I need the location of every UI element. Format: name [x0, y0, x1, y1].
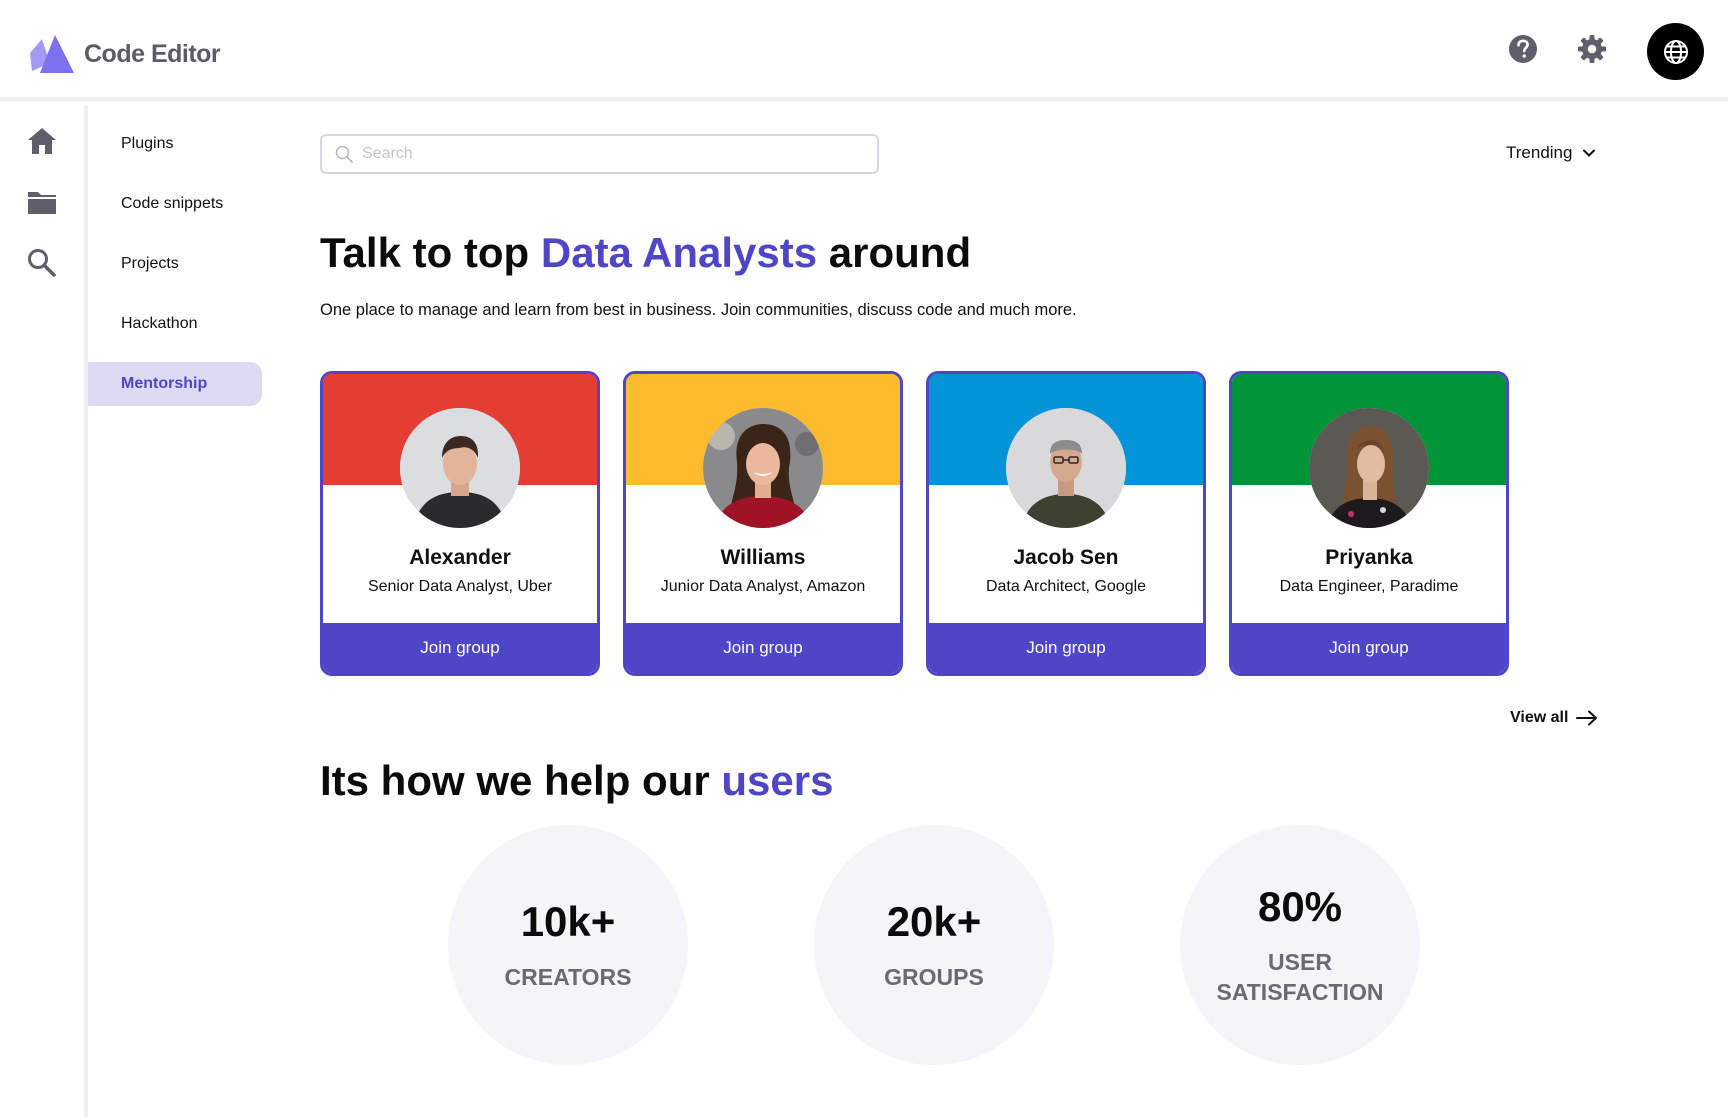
avatar [1309, 408, 1429, 528]
hero-title-before: Talk to top [320, 229, 541, 276]
stat-user-satisfaction: 80% USER SATISFACTION [1180, 825, 1420, 1065]
avatar [1006, 408, 1126, 528]
stat-value: 10k+ [520, 898, 616, 945]
app-title: Code Editor [84, 39, 221, 68]
mentor-role: Data Architect, Google [985, 578, 1147, 595]
sidebar-item-label: Hackathon [121, 315, 198, 332]
mentor-name: Jacob Sen [1013, 546, 1119, 569]
sidebar-item-hackathon[interactable]: Hackathon [88, 302, 262, 346]
stat-label: GROUPS [884, 964, 984, 990]
sidebar-item-label: Projects [121, 255, 179, 272]
help-section-title: Its how we help our users [320, 757, 833, 805]
search-icon [335, 145, 353, 163]
stat-creators: 10k+ CREATORS [448, 825, 688, 1065]
hero-title-after: around [817, 229, 972, 276]
join-group-button[interactable]: Join group [1232, 623, 1506, 673]
chevron-down-icon [1583, 149, 1596, 157]
stat-groups: 20k+ GROUPS [814, 825, 1054, 1065]
gear-icon[interactable] [1575, 32, 1609, 66]
globe-icon [1663, 39, 1688, 64]
sidebar-item-mentorship[interactable]: Mentorship [88, 362, 262, 406]
search-icon[interactable] [26, 247, 58, 279]
stat-value: 20k+ [886, 898, 982, 945]
folder-icon[interactable] [26, 186, 58, 218]
sidebar-item-label: Mentorship [121, 375, 208, 392]
language-button[interactable] [1647, 23, 1704, 80]
mentor-role: Data Engineer, Paradime [1279, 578, 1459, 595]
hero-title-accent: Data Analysts [540, 229, 818, 276]
join-group-button[interactable]: Join group [323, 623, 597, 673]
mentor-name: Priyanka [1325, 546, 1413, 569]
sidebar-item-label: Plugins [121, 135, 174, 152]
stat-label: CREATORS [504, 964, 632, 990]
mentor-name: Williams [720, 546, 806, 569]
avatar [703, 408, 823, 528]
help-title-accent: users [721, 757, 834, 804]
search-box[interactable] [320, 134, 879, 174]
mentor-role: Junior Data Analyst, Amazon [660, 578, 866, 595]
icon-rail [0, 105, 88, 1117]
sidebar-item-plugins[interactable]: Plugins [88, 122, 262, 166]
logo-icon [30, 35, 74, 73]
join-group-button[interactable]: Join group [929, 623, 1203, 673]
view-all-label: View all [1510, 709, 1569, 726]
home-icon[interactable] [26, 125, 58, 157]
sort-selected-value: Trending [1506, 143, 1573, 162]
view-all-link[interactable]: View all [1510, 709, 1598, 727]
search-input[interactable] [362, 145, 862, 163]
sidebar-item-code-snippets[interactable]: Code snippets [88, 182, 262, 226]
join-group-button[interactable]: Join group [626, 623, 900, 673]
mentor-card: Alexander Senior Data Analyst, Uber Join… [320, 371, 600, 676]
stat-label: USER SATISFACTION [1216, 949, 1384, 1005]
sort-dropdown[interactable]: Trending [1506, 143, 1596, 163]
hero-title: Talk to top Data Analysts around [320, 229, 971, 277]
mentor-card: Priyanka Data Engineer, Paradime Join gr… [1229, 371, 1509, 676]
mentor-card: Williams Junior Data Analyst, Amazon Joi… [623, 371, 903, 676]
sidebar-item-projects[interactable]: Projects [88, 242, 262, 286]
mentor-cards: Alexander Senior Data Analyst, Uber Join… [320, 371, 1602, 676]
top-bar: Code Editor [0, 0, 1728, 101]
mentor-role: Senior Data Analyst, Uber [367, 578, 553, 595]
stat-value: 80% [1257, 883, 1343, 930]
help-circle-icon[interactable] [1506, 32, 1540, 66]
arrow-right-icon [1576, 710, 1598, 726]
help-title-before: Its how we help our [320, 757, 722, 804]
avatar [400, 408, 520, 528]
app-logo[interactable]: Code Editor [28, 33, 221, 75]
mentor-card: Jacob Sen Data Architect, Google Join gr… [926, 371, 1206, 676]
hero-subtitle: One place to manage and learn from best … [320, 301, 1077, 319]
sidebar-item-label: Code snippets [121, 195, 224, 212]
mentor-name: Alexander [409, 546, 511, 569]
